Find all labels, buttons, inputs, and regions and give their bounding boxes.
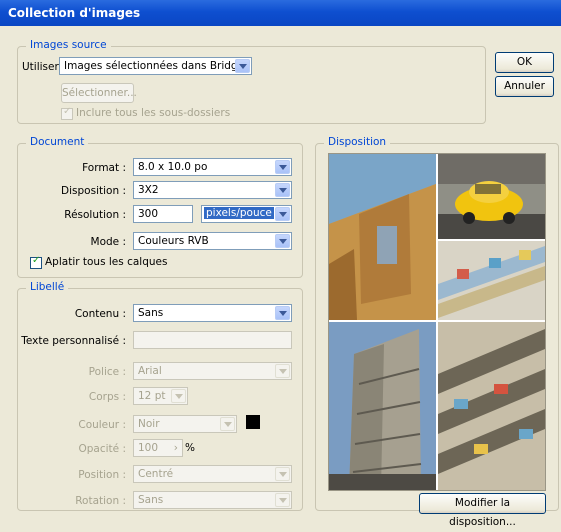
document-legend: Document <box>26 136 89 148</box>
position-label: Position : <box>78 469 126 481</box>
include-subfolders-label: Inclure tous les sous-dossiers <box>76 107 231 119</box>
layout-preview <box>328 153 546 491</box>
position-select[interactable]: Centré <box>133 465 292 483</box>
mode-value: Couleurs RVB <box>138 235 209 247</box>
use-source-select[interactable]: Images sélectionnées dans Bridge <box>59 57 252 75</box>
chevron-down-icon[interactable] <box>275 160 290 174</box>
chevron-down-icon[interactable] <box>275 364 290 378</box>
resolution-value: 300 <box>138 208 159 220</box>
chevron-down-icon[interactable] <box>275 306 290 320</box>
chevron-down-icon[interactable] <box>275 234 290 248</box>
font-value: Arial <box>138 365 162 377</box>
mode-label: Mode : <box>90 236 126 248</box>
thumbnail-tower <box>329 322 436 490</box>
chevron-down-icon[interactable] <box>275 207 290 221</box>
preview-thumbnails <box>329 154 545 490</box>
opacity-label: Opacité : <box>78 443 126 455</box>
contact-sheet-dialog: Collection d'images Images source Utilis… <box>0 0 561 528</box>
resolution-unit-value: pixels/pouce <box>204 207 274 219</box>
layout-legend: Disposition <box>324 136 391 148</box>
content-select[interactable]: Sans <box>133 304 292 322</box>
flatten-layers-label: Aplatir tous les calques <box>45 256 168 268</box>
color-swatch[interactable] <box>246 415 260 429</box>
font-select[interactable]: Arial <box>133 362 292 380</box>
chevron-down-icon[interactable] <box>220 417 235 431</box>
opacity-input[interactable]: 100 › <box>133 439 183 457</box>
chevron-down-icon[interactable] <box>275 183 290 197</box>
ok-button[interactable]: OK <box>495 52 554 73</box>
title-bar: Collection d'images <box>0 0 561 26</box>
thumbnail-yellow-car <box>438 154 545 239</box>
chevron-down-icon[interactable] <box>275 467 290 481</box>
opacity-unit: % <box>185 442 195 454</box>
size-label: Corps : <box>88 391 126 403</box>
position-value: Centré <box>138 468 174 480</box>
layout-label: Disposition : <box>61 185 126 197</box>
layout-value: 3X2 <box>138 184 159 196</box>
custom-text-input[interactable] <box>133 331 292 349</box>
cancel-button[interactable]: Annuler <box>495 76 554 97</box>
resolution-unit-select[interactable]: pixels/pouce <box>201 205 292 223</box>
chevron-down-icon[interactable] <box>235 59 250 73</box>
use-source-value: Images sélectionnées dans Bridge <box>64 60 245 72</box>
size-select[interactable]: 12 pt <box>133 387 188 405</box>
color-label: Couleur : <box>78 419 126 431</box>
format-select[interactable]: 8.0 x 10.0 po <box>133 158 292 176</box>
opacity-value: 100 <box>138 442 159 454</box>
modify-layout-button[interactable]: Modifier la disposition... <box>419 493 546 528</box>
mode-select[interactable]: Couleurs RVB <box>133 232 292 250</box>
include-subfolders-checkbox[interactable] <box>61 106 73 120</box>
thumbnail-building-tilted <box>329 154 436 320</box>
thumbnail-balconies <box>438 322 545 490</box>
images-source-legend: Images source <box>26 39 111 51</box>
resolution-label: Résolution : <box>64 209 126 221</box>
content-label: Contenu : <box>74 308 126 320</box>
chevron-down-icon[interactable] <box>275 493 290 507</box>
color-select[interactable]: Noir <box>133 415 237 433</box>
rotation-select[interactable]: Sans <box>133 491 292 509</box>
custom-text-label: Texte personnalisé : <box>21 335 126 347</box>
size-value: 12 pt <box>138 390 166 402</box>
resolution-input[interactable]: 300 <box>133 205 193 223</box>
chevron-down-icon[interactable] <box>171 389 186 403</box>
caption-legend: Libellé <box>26 281 69 293</box>
window-title: Collection d'images <box>8 6 141 20</box>
color-value: Noir <box>138 418 160 430</box>
rotation-label: Rotation : <box>75 495 126 507</box>
format-label: Format : <box>82 162 126 174</box>
layout-select[interactable]: 3X2 <box>133 181 292 199</box>
chevron-right-icon[interactable]: › <box>174 442 178 454</box>
font-label: Police : <box>88 366 126 378</box>
content-value: Sans <box>138 307 164 319</box>
format-value: 8.0 x 10.0 po <box>138 161 208 173</box>
flatten-layers-checkbox[interactable] <box>30 255 42 269</box>
thumbnail-colorful-facade <box>438 241 545 320</box>
rotation-value: Sans <box>138 494 164 506</box>
select-button[interactable]: Sélectionner... <box>61 83 137 103</box>
